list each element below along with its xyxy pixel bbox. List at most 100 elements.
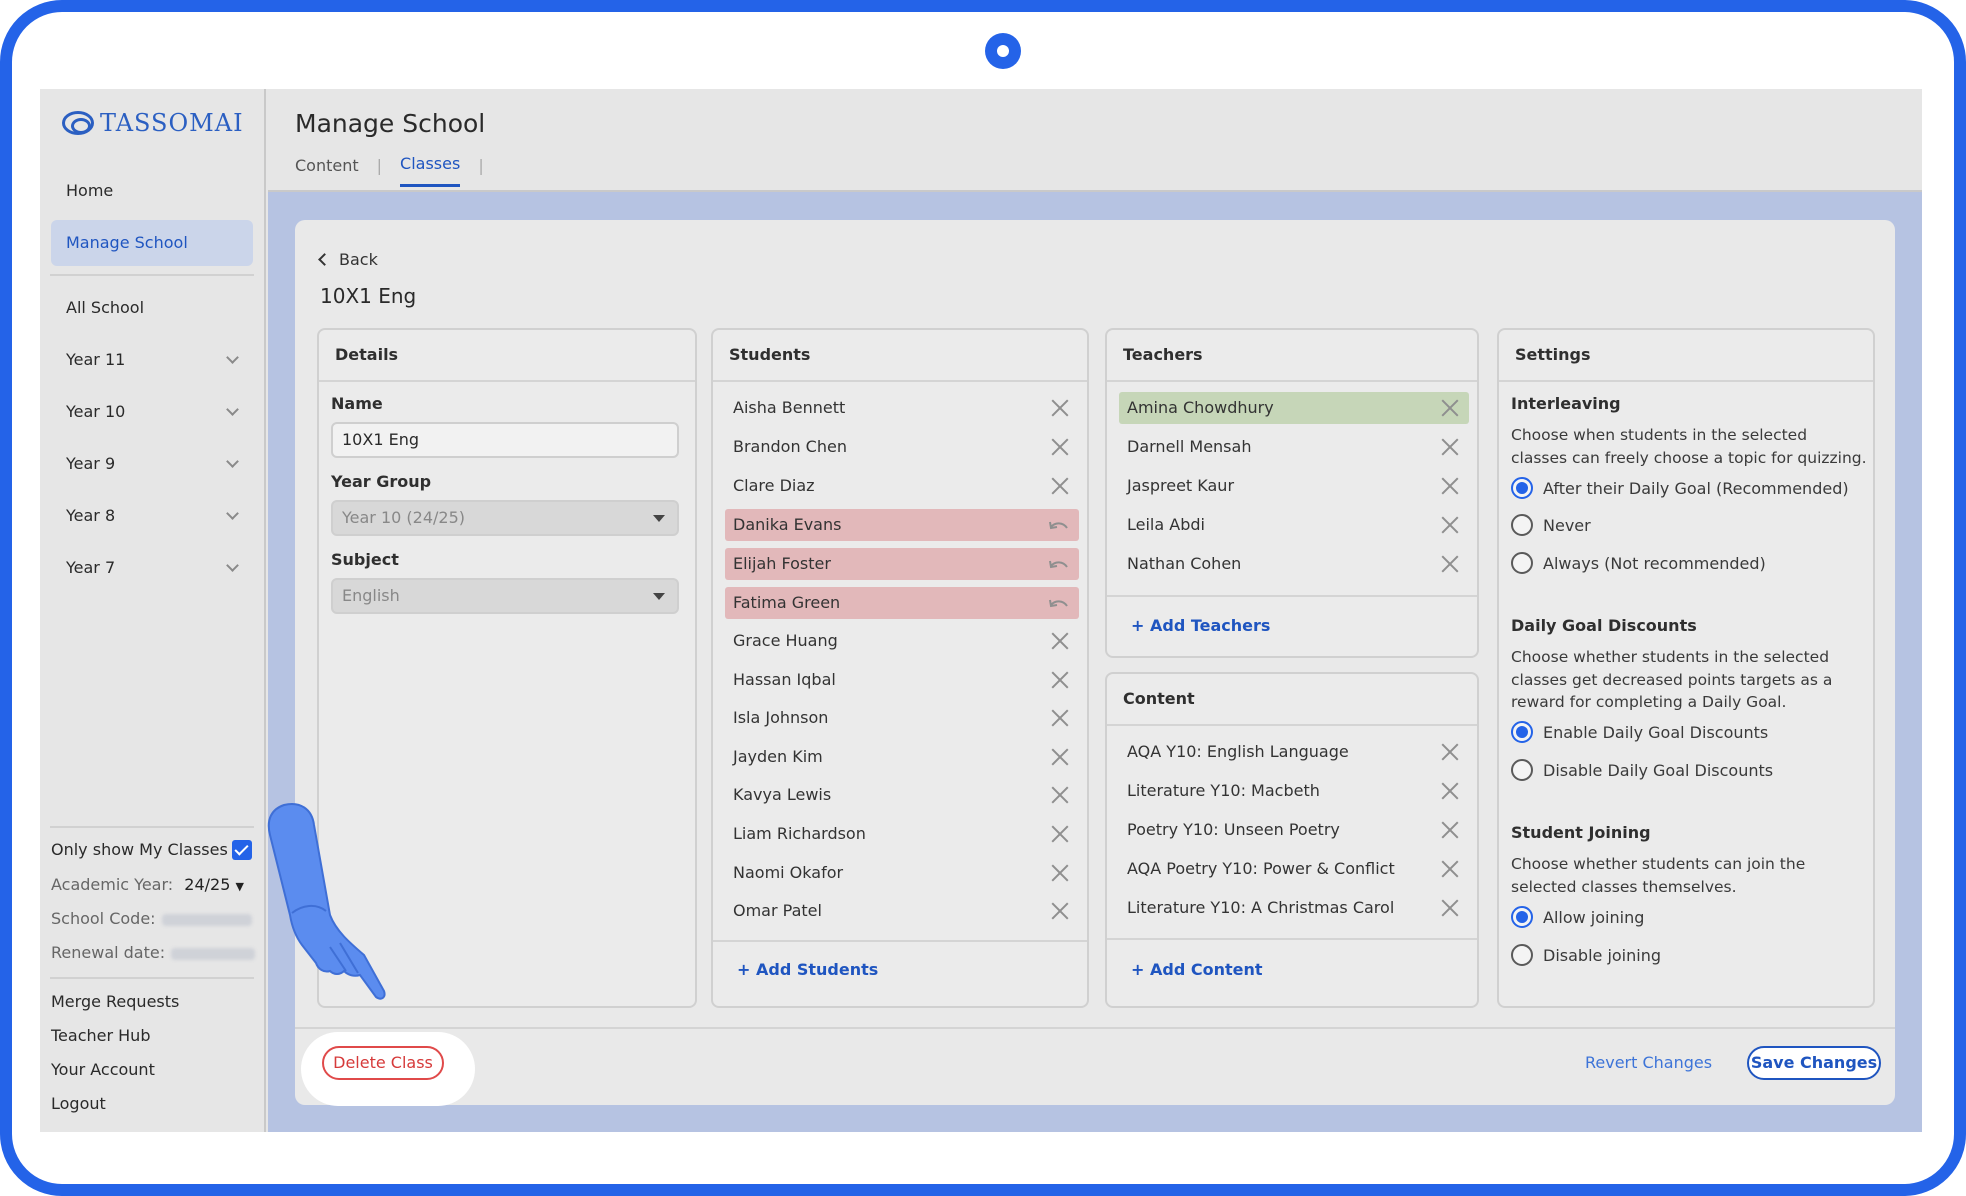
sidebar-link-your-account[interactable]: Your Account xyxy=(51,1060,155,1079)
close-icon[interactable] xyxy=(1051,477,1069,495)
chevron-down-icon xyxy=(226,507,239,520)
chevron-down-icon xyxy=(226,351,239,364)
close-icon[interactable] xyxy=(1051,399,1069,417)
details-heading: Details xyxy=(319,330,695,382)
close-icon[interactable] xyxy=(1051,709,1069,727)
radio-interleaving-never[interactable]: Never xyxy=(1511,514,1591,536)
sidebar-link-logout[interactable]: Logout xyxy=(51,1094,106,1113)
only-my-classes-checkbox[interactable] xyxy=(232,840,252,860)
school-code-row: School Code: xyxy=(51,909,252,928)
close-icon[interactable] xyxy=(1051,902,1069,920)
close-icon[interactable] xyxy=(1441,860,1459,878)
content-name: Literature Y10: Macbeth xyxy=(1127,781,1320,800)
student-name: Liam Richardson xyxy=(733,824,866,843)
radio-discounts-enable[interactable]: Enable Daily Goal Discounts xyxy=(1511,721,1768,743)
divider xyxy=(50,826,254,828)
sidebar-item-year-7[interactable]: Year 7 xyxy=(51,545,253,591)
discounts-title: Daily Goal Discounts xyxy=(1511,616,1697,635)
close-icon[interactable] xyxy=(1441,477,1459,495)
close-icon[interactable] xyxy=(1441,782,1459,800)
list-item: Liam Richardson xyxy=(725,818,1079,850)
subject-select[interactable]: English xyxy=(331,578,679,614)
content-heading: Content xyxy=(1107,674,1477,726)
close-icon[interactable] xyxy=(1051,632,1069,650)
year-group-value: Year 10 (24/25) xyxy=(342,508,465,527)
add-teachers-button[interactable]: + Add Teachers xyxy=(1131,616,1270,635)
list-item: Leila Abdi xyxy=(1119,509,1469,541)
tab-content[interactable]: Content xyxy=(295,156,359,186)
sidebar-item-year-9[interactable]: Year 9 xyxy=(51,441,253,487)
close-icon[interactable] xyxy=(1051,438,1069,456)
delete-class-button[interactable]: Delete Class xyxy=(322,1046,444,1080)
sidebar-item-all-school[interactable]: All School xyxy=(51,285,253,331)
list-item: Naomi Okafor xyxy=(725,857,1079,889)
radio-discounts-disable[interactable]: Disable Daily Goal Discounts xyxy=(1511,759,1773,781)
close-icon[interactable] xyxy=(1441,555,1459,573)
list-item: Literature Y10: A Christmas Carol xyxy=(1119,892,1469,924)
list-item: Brandon Chen xyxy=(725,431,1079,463)
close-icon[interactable] xyxy=(1441,821,1459,839)
undo-icon[interactable] xyxy=(1047,516,1071,534)
sidebar-item-label: Year 10 xyxy=(66,402,126,421)
add-students-button[interactable]: + Add Students xyxy=(737,960,878,979)
joining-desc: Choose whether students can join the sel… xyxy=(1511,855,1806,896)
teacher-name: Amina Chowdhury xyxy=(1127,398,1274,417)
undo-icon[interactable] xyxy=(1047,555,1071,573)
sidebar-item-year-10[interactable]: Year 10 xyxy=(51,389,253,435)
sidebar-link-teacher-hub[interactable]: Teacher Hub xyxy=(51,1026,150,1045)
list-item: Isla Johnson xyxy=(725,702,1079,734)
teachers-heading: Teachers xyxy=(1107,330,1477,382)
close-icon[interactable] xyxy=(1441,399,1459,417)
academic-year-select[interactable]: 24/25 xyxy=(184,875,230,894)
divider xyxy=(713,940,1087,942)
student-name: Hassan Iqbal xyxy=(733,670,836,689)
sidebar-link-merge-requests[interactable]: Merge Requests xyxy=(51,992,179,1011)
school-code-redacted xyxy=(161,913,252,926)
radio-icon xyxy=(1511,759,1533,781)
teacher-name: Nathan Cohen xyxy=(1127,554,1242,573)
sidebar-item-year-11[interactable]: Year 11 xyxy=(51,337,253,383)
sidebar-item-label: Year 7 xyxy=(66,558,116,577)
student-name: Clare Diaz xyxy=(733,476,815,495)
logo[interactable]: TASSOMAI xyxy=(62,109,244,137)
tab-classes[interactable]: Classes xyxy=(400,154,461,187)
revert-changes-button[interactable]: Revert Changes xyxy=(1585,1053,1712,1072)
student-name: Jayden Kim xyxy=(733,747,823,766)
list-item: Clare Diaz xyxy=(725,470,1079,502)
radio-joining-disable[interactable]: Disable joining xyxy=(1511,944,1661,966)
students-panel: Students Aisha Bennett Brandon Chen Clar… xyxy=(711,328,1089,1008)
chevron-down-icon xyxy=(226,559,239,572)
sidebar-item-year-8[interactable]: Year 8 xyxy=(51,493,253,539)
list-item-removed: Elijah Foster xyxy=(725,548,1079,580)
radio-interleaving-after-goal[interactable]: After their Daily Goal (Recommended) xyxy=(1511,477,1849,499)
close-icon[interactable] xyxy=(1051,825,1069,843)
undo-icon[interactable] xyxy=(1047,594,1071,612)
close-icon[interactable] xyxy=(1441,516,1459,534)
student-name: Elijah Foster xyxy=(733,554,831,573)
interleaving-title: Interleaving xyxy=(1511,394,1621,413)
student-name: Danika Evans xyxy=(733,515,842,534)
settings-heading: Settings xyxy=(1499,330,1873,382)
add-content-button[interactable]: + Add Content xyxy=(1131,960,1263,979)
list-item: Poetry Y10: Unseen Poetry xyxy=(1119,814,1469,846)
close-icon[interactable] xyxy=(1441,899,1459,917)
list-item: Jayden Kim xyxy=(725,741,1079,773)
close-icon[interactable] xyxy=(1051,748,1069,766)
sidebar-item-manage-school[interactable]: Manage School xyxy=(51,220,253,266)
name-field[interactable]: 10X1 Eng xyxy=(331,422,679,458)
chevron-down-icon xyxy=(226,403,239,416)
radio-interleaving-always[interactable]: Always (Not recommended) xyxy=(1511,552,1766,574)
tab-separator: | xyxy=(376,155,383,175)
save-changes-button[interactable]: Save Changes xyxy=(1747,1046,1881,1080)
teachers-panel: Teachers Amina Chowdhury Darnell Mensah … xyxy=(1105,328,1479,658)
radio-joining-allow[interactable]: Allow joining xyxy=(1511,906,1644,928)
close-icon[interactable] xyxy=(1051,786,1069,804)
year-group-select[interactable]: Year 10 (24/25) xyxy=(331,500,679,536)
settings-panel: Settings Interleaving Choose when studen… xyxy=(1497,328,1875,1008)
close-icon[interactable] xyxy=(1051,864,1069,882)
back-button[interactable]: Back xyxy=(318,250,378,269)
close-icon[interactable] xyxy=(1441,743,1459,761)
sidebar-item-home[interactable]: Home xyxy=(51,168,253,214)
close-icon[interactable] xyxy=(1441,438,1459,456)
close-icon[interactable] xyxy=(1051,671,1069,689)
